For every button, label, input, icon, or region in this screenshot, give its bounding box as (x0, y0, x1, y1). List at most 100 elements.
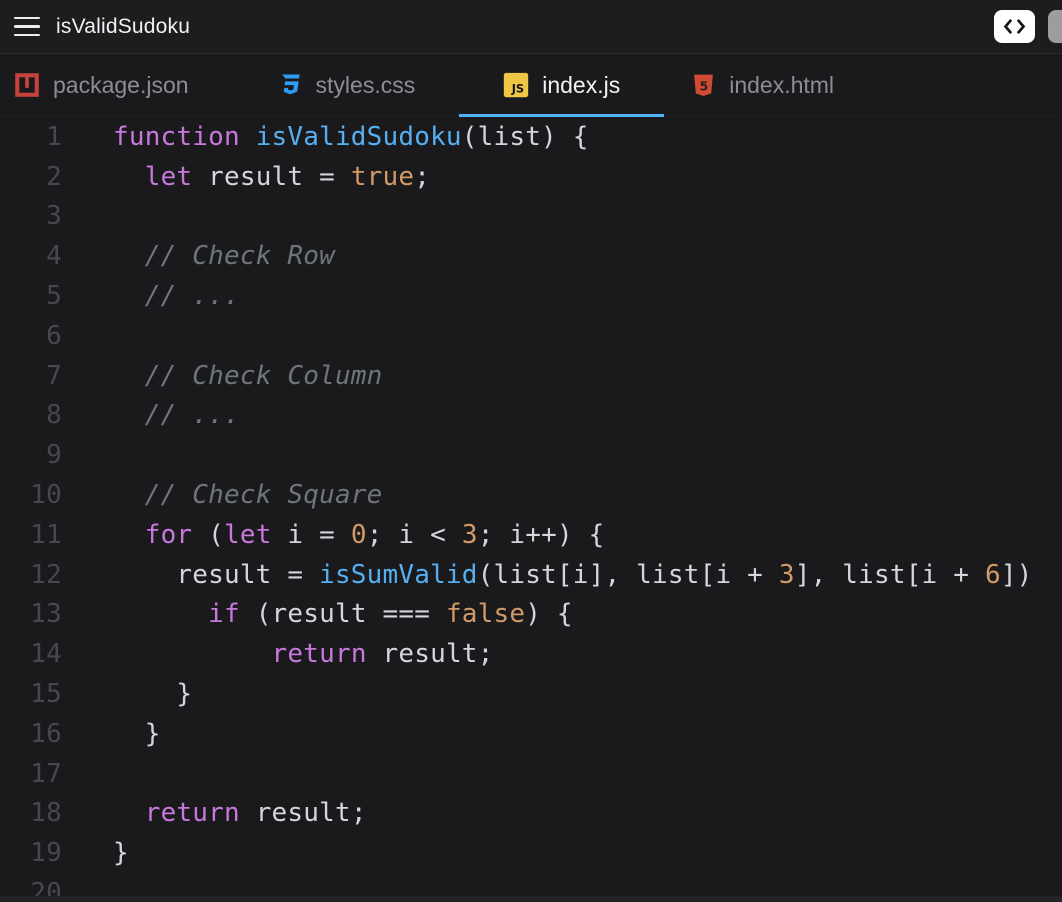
code-line[interactable]: 6 (0, 316, 1062, 356)
line-number: 4 (0, 241, 62, 271)
code-text: let result = true; (113, 162, 430, 192)
npm-icon (14, 72, 40, 98)
code-token: true (351, 162, 414, 192)
code-token: result; (240, 798, 367, 828)
code-line[interactable]: 4 // Check Row (0, 236, 1062, 276)
header-actions (994, 10, 1062, 43)
code-token (113, 480, 145, 510)
tab-bar: package.json styles.css JSindex.js 5inde… (0, 54, 1062, 117)
code-line[interactable]: 10 // Check Square (0, 475, 1062, 515)
line-number: 8 (0, 400, 62, 430)
code-line[interactable]: 3 (0, 197, 1062, 237)
line-number: 7 (0, 361, 62, 391)
page-title: isValidSudoku (56, 15, 190, 39)
code-text: // Check Column (113, 361, 383, 391)
code-token: ]) (1001, 560, 1033, 590)
code-text: result = isSumValid(list[i], list[i + 3]… (113, 560, 1033, 590)
code-token (113, 520, 145, 550)
line-number: 15 (0, 679, 62, 709)
code-line[interactable]: 11 for (let i = 0; i < 3; i++) { (0, 515, 1062, 555)
code-token: 0 (351, 520, 367, 550)
code-token: (result === (240, 599, 446, 629)
line-number: 13 (0, 599, 62, 629)
code-token: // Check Square (145, 480, 383, 510)
code-line[interactable]: 1function isValidSudoku(list) { (0, 117, 1062, 157)
code-line[interactable]: 16 } (0, 714, 1062, 754)
line-number: 10 (0, 480, 62, 510)
code-token: // ... (145, 400, 240, 430)
code-line[interactable]: 18 return result; (0, 794, 1062, 834)
code-token: } (113, 679, 192, 709)
code-token: // ... (145, 281, 240, 311)
code-token: (list) { (462, 122, 589, 152)
code-token: for (145, 520, 193, 550)
code-token: } (113, 719, 161, 749)
code-token: let (145, 162, 193, 192)
code-token: // Check Column (145, 361, 383, 391)
code-view-button[interactable] (994, 10, 1035, 43)
tab-index-html[interactable]: 5index.html (664, 54, 878, 116)
code-text: } (113, 719, 161, 749)
line-number: 1 (0, 122, 62, 152)
code-text: } (113, 838, 129, 868)
code-line[interactable]: 8 // ... (0, 396, 1062, 436)
tab-label: styles.css (316, 72, 416, 99)
code-token: return (145, 798, 240, 828)
tab-index-js[interactable]: JSindex.js (459, 54, 664, 116)
code-token: let (224, 520, 272, 550)
code-token: function (113, 122, 240, 152)
line-number: 19 (0, 838, 62, 868)
line-number: 9 (0, 440, 62, 470)
code-token: i = (272, 520, 351, 550)
code-line[interactable]: 5 // ... (0, 276, 1062, 316)
code-line[interactable]: 7 // Check Column (0, 356, 1062, 396)
code-line[interactable]: 14 return result; (0, 634, 1062, 674)
code-token: ( (192, 520, 224, 550)
code-token: ; i++) { (478, 520, 605, 550)
line-number: 12 (0, 560, 62, 590)
code-line[interactable]: 19} (0, 833, 1062, 873)
code-token: } (113, 838, 129, 868)
code-line[interactable]: 9 (0, 435, 1062, 475)
tab-styles-css[interactable]: styles.css (233, 54, 460, 116)
css3-icon (277, 72, 303, 98)
tab-package-json[interactable]: package.json (0, 54, 233, 116)
code-token (240, 122, 256, 152)
code-line[interactable]: 17 (0, 754, 1062, 794)
code-token: ) { (525, 599, 573, 629)
top-header: isValidSudoku (0, 0, 1062, 54)
code-token: 3 (462, 520, 478, 550)
code-token: 6 (985, 560, 1001, 590)
code-line[interactable]: 13 if (result === false) { (0, 595, 1062, 635)
code-token: if (208, 599, 240, 629)
menu-button[interactable] (14, 17, 40, 37)
line-number: 2 (0, 162, 62, 192)
code-token: ], list[i + (795, 560, 985, 590)
tab-label: package.json (53, 72, 189, 99)
html5-icon: 5 (690, 72, 716, 98)
code-line[interactable]: 2 let result = true; (0, 157, 1062, 197)
code-token: result = (113, 560, 319, 590)
line-number: 3 (0, 201, 62, 231)
code-editor[interactable]: 1function isValidSudoku(list) {2 let res… (0, 117, 1062, 902)
code-token: ; i < (367, 520, 462, 550)
line-number: 14 (0, 639, 62, 669)
code-text: return result; (113, 639, 494, 669)
code-line[interactable]: 15 } (0, 674, 1062, 714)
line-number: 6 (0, 321, 62, 351)
line-number: 18 (0, 798, 62, 828)
code-text: return result; (113, 798, 367, 828)
code-token: 3 (779, 560, 795, 590)
bottom-panel-edge[interactable] (0, 896, 1062, 902)
line-number: 17 (0, 759, 62, 789)
clipped-side-button[interactable] (1048, 10, 1062, 43)
code-line[interactable]: 12 result = isSumValid(list[i], list[i +… (0, 555, 1062, 595)
svg-text:JS: JS (511, 81, 524, 95)
code-token: false (446, 599, 525, 629)
code-token: // Check Row (145, 241, 335, 271)
code-token (113, 798, 145, 828)
code-token: isSumValid (319, 560, 478, 590)
code-token (113, 241, 145, 271)
code-token: ; (414, 162, 430, 192)
code-text: for (let i = 0; i < 3; i++) { (113, 520, 605, 550)
